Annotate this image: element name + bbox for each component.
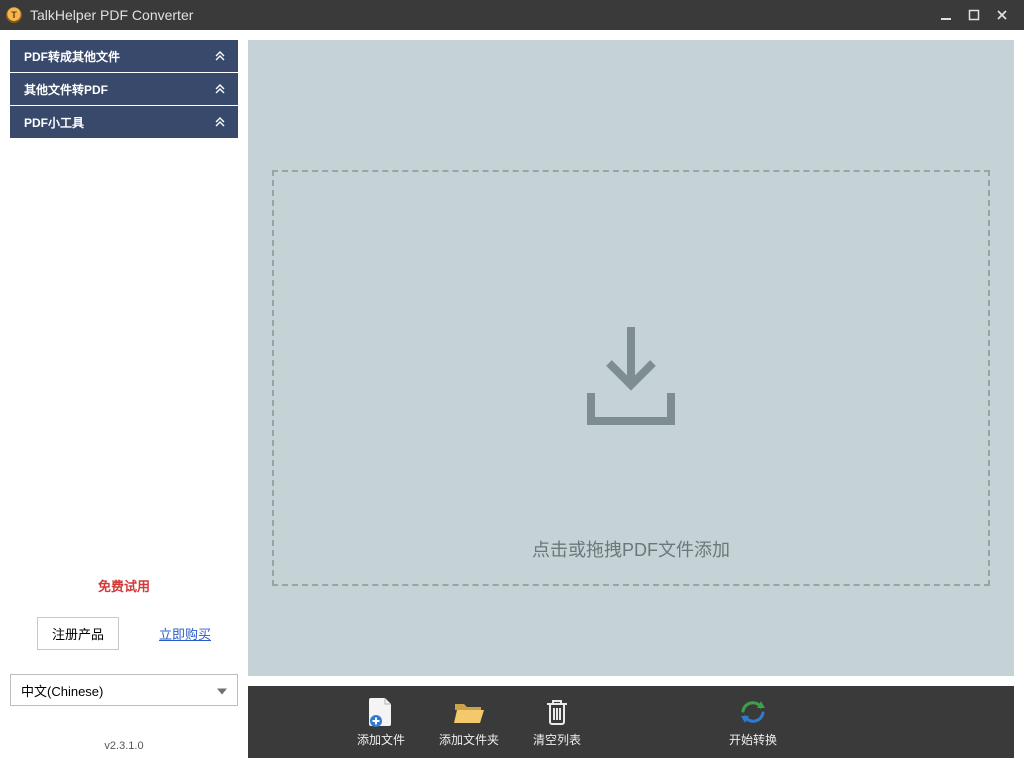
maximize-button[interactable]	[960, 0, 988, 30]
button-label: 添加文件夹	[439, 731, 499, 748]
chevron-up-double-icon	[214, 83, 226, 95]
language-value: 中文(Chinese)	[21, 681, 103, 700]
chevron-up-double-icon	[214, 116, 226, 128]
app-title: TalkHelper PDF Converter	[30, 7, 193, 23]
nav-label: PDF小工具	[24, 114, 84, 131]
workspace-canvas: 点击或拖拽PDF文件添加	[248, 40, 1014, 676]
app-window: T TalkHelper PDF Converter PDF转成其他文件	[0, 0, 1024, 768]
add-file-button[interactable]: 添加文件	[346, 697, 416, 748]
register-product-button[interactable]: 注册产品	[37, 617, 119, 650]
trash-icon	[545, 697, 569, 727]
bottom-toolbar: 添加文件 添加文件夹	[248, 686, 1014, 758]
language-select[interactable]: 中文(Chinese)	[10, 674, 238, 706]
version-label: v2.3.1.0	[10, 740, 238, 752]
nav-pdf-to-other[interactable]: PDF转成其他文件	[10, 40, 238, 72]
free-trial-label: 免费试用	[10, 576, 238, 595]
folder-open-icon	[453, 697, 485, 727]
titlebar: T TalkHelper PDF Converter	[0, 0, 1024, 30]
sidebar: PDF转成其他文件 其他文件转PDF PDF小工具	[0, 30, 248, 768]
start-convert-button[interactable]: 开始转换	[718, 697, 788, 748]
close-button[interactable]	[988, 0, 1016, 30]
file-dropzone[interactable]: 点击或拖拽PDF文件添加	[272, 170, 990, 586]
minimize-button[interactable]	[932, 0, 960, 30]
buy-now-link[interactable]: 立即购买	[159, 624, 211, 643]
clear-list-button[interactable]: 清空列表	[522, 697, 592, 748]
nav-other-to-pdf[interactable]: 其他文件转PDF	[10, 73, 238, 105]
caret-down-icon	[217, 683, 227, 698]
chevron-up-double-icon	[214, 50, 226, 62]
button-label: 开始转换	[729, 731, 777, 748]
button-label: 清空列表	[533, 731, 581, 748]
download-tray-icon	[571, 321, 691, 436]
nav-label: 其他文件转PDF	[24, 81, 108, 98]
file-add-icon	[368, 697, 394, 727]
add-folder-button[interactable]: 添加文件夹	[434, 697, 504, 748]
main-area: 点击或拖拽PDF文件添加 添加文件	[248, 30, 1024, 768]
refresh-cycle-icon	[739, 697, 767, 727]
nav-pdf-tools[interactable]: PDF小工具	[10, 106, 238, 138]
dropzone-hint: 点击或拖拽PDF文件添加	[532, 536, 730, 562]
button-label: 添加文件	[357, 731, 405, 748]
nav-label: PDF转成其他文件	[24, 48, 120, 65]
app-logo-icon: T	[6, 7, 22, 23]
